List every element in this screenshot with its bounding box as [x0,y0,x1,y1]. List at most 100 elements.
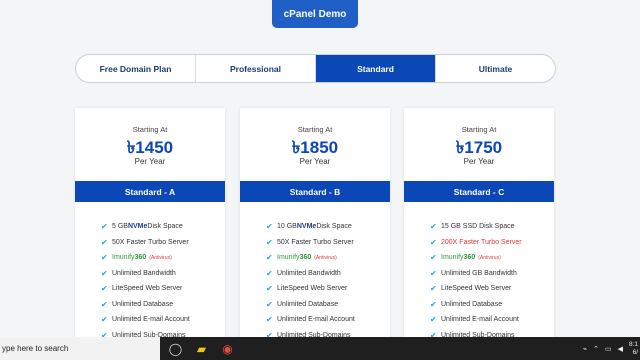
feature-item: ✔ 50X Faster Turbo Server [266,235,355,251]
feature-text: Unlimited Database [441,300,503,308]
feature-text: Unlimited Bandwidth [277,269,341,277]
check-icon: ✔ [266,299,273,309]
feature-note: (Antivirus) [149,254,172,261]
feature-text-green: Imunify [277,254,300,262]
plan-name-band: Standard - C [404,181,554,202]
taskbar-search-box[interactable]: ype here to search [0,337,160,360]
feature-item: ✔ Unlimited Bandwidth [266,266,355,282]
feature-text: Unlimited Database [277,300,339,308]
feature-highlight-green: 360 [463,254,476,262]
feature-text: Unlimited Bandwidth [112,269,176,277]
tab-professional[interactable]: Professional [196,55,316,82]
check-icon: ✔ [266,268,273,278]
system-tray: ⌁ ⌃ ▭ ◀ 8:1 6/ [583,340,640,357]
file-explorer-icon[interactable]: ▰ [194,341,209,356]
feature-text: Unlimited E-mail Account [277,316,355,324]
plan-period: Per Year [299,157,331,166]
feature-item: ✔ Unlimited Database [266,297,355,313]
feature-text: 10 GB [277,223,297,231]
feature-item: ✔ 15 GB SSD Disk Space [430,219,522,235]
feature-item: ✔ LiteSpeed Web Server [266,281,355,297]
feature-text: Unlimited Database [112,300,174,308]
check-icon: ✔ [101,253,108,263]
feature-text: 5 GB [112,223,128,231]
tab-ultimate[interactable]: Ultimate [436,55,555,82]
feature-list: ✔ 5 GB NVMe Disk Space ✔ 50X Faster Turbo S… [101,219,190,343]
plan-name-band: Standard - B [240,181,390,202]
feature-item: ✔ LiteSpeed Web Server [430,281,522,297]
check-icon: ✔ [430,237,437,247]
starting-label: Starting At [297,125,333,134]
feature-highlight: NVMe [127,223,148,231]
check-icon: ✔ [430,222,437,232]
starting-label: Starting At [461,125,497,134]
plan-period: Per Year [463,157,495,166]
feature-item: ✔ Unlimited E-mail Account [266,312,355,328]
task-view-icon[interactable]: ◯ [168,341,183,356]
check-icon: ✔ [101,222,108,232]
feature-text-green: Imunify [441,254,464,262]
check-icon: ✔ [101,268,108,278]
chrome-icon[interactable]: ◉ [220,341,235,356]
volume-icon[interactable]: ◀ [618,345,623,353]
clock-time: 8:1 [628,340,638,348]
feature-text: Unlimited GB Bandwidth [441,269,517,277]
taskbar-clock[interactable]: 8:1 6/ [629,341,638,357]
feature-text: LiteSpeed Web Server [112,285,183,293]
clock-date: 6/ [632,348,638,356]
plan-period: Per Year [134,157,166,166]
network-icon[interactable]: ⌁ [583,345,587,353]
tab-free-domain-plan[interactable]: Free Domain Plan [76,55,196,82]
feature-item: ✔ 10 GB NVMe Disk Space [266,219,355,235]
check-icon: ✔ [266,315,273,325]
feature-text: Unlimited E-mail Account [112,316,190,324]
feature-text: Disk Space [147,223,183,231]
plan-name-band: Standard - A [75,181,225,202]
tab-standard[interactable]: Standard [316,55,436,82]
feature-item: ✔ 50X Faster Turbo Server [101,235,190,251]
feature-note: (Antivirus) [314,254,337,261]
feature-item: ✔ 200X Faster Turbo Server [430,235,522,251]
feature-note: (Antivirus) [478,254,501,261]
feature-list: ✔ 15 GB SSD Disk Space ✔ 200X Faster Turbo … [430,219,522,343]
plan-card-b: Starting At ৳1850 Per Year Standard - B … [240,108,390,348]
feature-item: ✔ Unlimited GB Bandwidth [430,266,522,282]
feature-item: ✔ Unlimited Database [101,297,190,313]
chevron-up-icon[interactable]: ⌃ [593,345,599,353]
feature-item: ✔ Unlimited E-mail Account [430,312,522,328]
feature-item: ✔ 5 GB NVMe Disk Space [101,219,190,235]
plan-card-c: Starting At ৳1750 Per Year Standard - C … [404,108,554,348]
check-icon: ✔ [430,315,437,325]
feature-text: Unlimited E-mail Account [441,316,519,324]
plan-tabs: Free Domain Plan Professional Standard U… [75,54,556,83]
feature-highlight: NVMe [296,223,317,231]
feature-text: LiteSpeed Web Server [441,285,512,293]
check-icon: ✔ [266,222,273,232]
windows-taskbar: ype here to search ◯ ▰ ◉ ⌁ ⌃ ▭ ◀ 8:1 6/ [0,337,640,360]
check-icon: ✔ [266,284,273,294]
check-icon: ✔ [430,284,437,294]
battery-icon[interactable]: ▭ [605,345,612,353]
feature-item: ✔ Imunify 360 (Antivirus) [266,250,355,266]
check-icon: ✔ [101,284,108,294]
check-icon: ✔ [430,268,437,278]
feature-item: ✔ Unlimited Bandwidth [101,266,190,282]
check-icon: ✔ [101,299,108,309]
cpanel-demo-button[interactable]: cPanel Demo [272,0,358,28]
check-icon: ✔ [101,315,108,325]
check-icon: ✔ [266,253,273,263]
feature-item: ✔ LiteSpeed Web Server [101,281,190,297]
check-icon: ✔ [266,237,273,247]
feature-highlight-green: 360 [299,254,312,262]
check-icon: ✔ [430,253,437,263]
feature-text-green: Imunify [112,254,135,262]
feature-text: 50X Faster Turbo Server [277,238,354,246]
feature-text: 15 GB SSD Disk Space [441,223,515,231]
feature-item: ✔ Unlimited Database [430,297,522,313]
feature-text-red: 200X Faster Turbo Server [441,238,522,246]
plan-card-a: Starting At ৳1450 Per Year Standard - A … [75,108,225,348]
feature-item: ✔ Imunify 360 (Antivirus) [430,250,522,266]
feature-list: ✔ 10 GB NVMe Disk Space ✔ 50X Faster Turbo … [266,219,355,343]
check-icon: ✔ [430,299,437,309]
feature-text: LiteSpeed Web Server [277,285,348,293]
